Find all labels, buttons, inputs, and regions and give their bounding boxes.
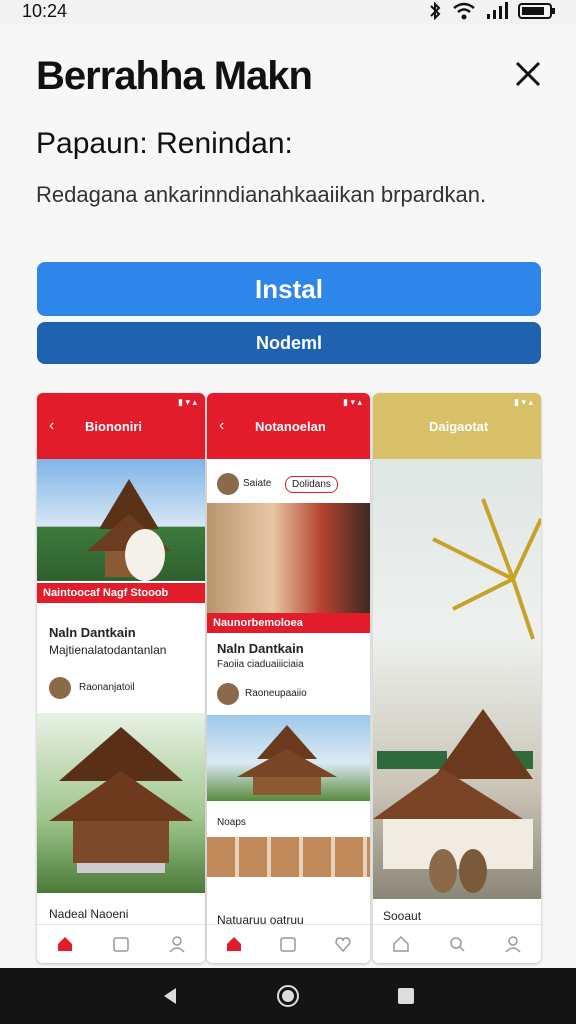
- install-button[interactable]: Instal: [37, 262, 541, 316]
- mini-status-icons: ▮ ▾ ▴: [343, 397, 362, 407]
- banner-label: Naintoocaf Nagf Stooob: [37, 583, 205, 603]
- status-icons: [428, 2, 556, 20]
- mini-status-icons: ▮ ▾ ▴: [178, 397, 197, 407]
- thumbnail-strip: [207, 837, 370, 877]
- article-sub: Majtienalatodantanlan: [49, 643, 167, 657]
- avatar: [217, 473, 239, 495]
- app-title: Biononiri: [85, 419, 143, 434]
- tab-label-1: Saiate: [243, 478, 272, 489]
- screenshot-1[interactable]: ▮ ▾ ▴ ‹ Biononiri Naintoocaf Nagf Stooob…: [37, 393, 205, 963]
- recents-nav-icon[interactable]: [396, 986, 416, 1006]
- palm-and-temple-illustration: [373, 498, 541, 893]
- temple-photo: [207, 715, 370, 801]
- calendar-icon: [113, 937, 129, 952]
- house-photo: [37, 713, 205, 893]
- app-bottom-nav: [37, 924, 205, 963]
- search-icon: [450, 937, 465, 952]
- author-name: Raonanjatoil: [79, 682, 135, 693]
- status-bar: 10:24: [0, 0, 576, 24]
- signal-icon: [487, 2, 508, 19]
- people-photo: [207, 503, 370, 613]
- avatar: [217, 683, 239, 705]
- secondary-button[interactable]: Nodeml: [37, 322, 541, 364]
- app-bottom-nav: [207, 924, 370, 963]
- banner-label: Naunorbemoloea: [207, 613, 370, 633]
- screenshot-3[interactable]: ▮ ▾ ▴ Daigaotat Sooaut: [373, 393, 541, 963]
- back-nav-icon[interactable]: [160, 986, 180, 1006]
- heart-icon: [335, 937, 351, 953]
- system-nav-bar: [0, 968, 576, 1024]
- back-icon: ‹: [49, 417, 55, 434]
- profile-icon: [169, 936, 185, 953]
- battery-icon: [518, 3, 555, 19]
- article-heading: Naln Dantkain: [217, 641, 304, 656]
- close-icon[interactable]: [508, 54, 548, 94]
- sheet-description: Redagana ankarinndianahkaaiikan brpardka…: [36, 182, 487, 207]
- profile-icon: [505, 936, 521, 953]
- app-title: Daigaotat: [429, 419, 489, 434]
- app-bottom-nav: [373, 924, 541, 963]
- status-time: 10:24: [22, 1, 68, 21]
- home-icon: [227, 937, 242, 951]
- footer-title: Nadeal Naoeni: [49, 907, 129, 921]
- back-icon: ‹: [219, 417, 225, 434]
- app-header: ▮ ▾ ▴ Daigaotat: [373, 393, 541, 459]
- sheet-title: Berrahha Makn: [36, 54, 313, 98]
- home-icon: [58, 937, 72, 951]
- home-icon: [393, 935, 409, 952]
- calendar-icon: [280, 937, 297, 952]
- screenshot-2[interactable]: ▮ ▾ ▴ ‹ Notanoelan Saiate Dolidans Nauno…: [207, 393, 370, 963]
- sheet-subtitle: Papaun: Renindan:: [36, 127, 293, 160]
- temple-photo: [373, 459, 541, 899]
- app-title: Notanoelan: [255, 419, 326, 434]
- article-sub: Faoiia ciaduaiiiciaia: [217, 659, 304, 670]
- tab-label-2: Dolidans: [285, 476, 338, 493]
- house-illustration: [49, 727, 193, 873]
- temple-photo: [37, 459, 205, 581]
- app-header: ▮ ▾ ▴ ‹ Biononiri: [37, 393, 205, 459]
- author-name: Raoneupaaiio: [245, 688, 307, 699]
- section-label: Noaps: [217, 817, 246, 828]
- mini-status-icons: ▮ ▾ ▴: [514, 397, 533, 407]
- wifi-icon: [453, 2, 475, 20]
- pagoda-roof-illustration: [87, 479, 171, 581]
- article-heading: Naln Dantkain: [49, 625, 136, 640]
- footer-title: Sooaut: [383, 909, 422, 923]
- temple-illustration: [237, 725, 337, 795]
- app-header: ▮ ▾ ▴ ‹ Notanoelan: [207, 393, 370, 459]
- home-nav-icon[interactable]: [276, 984, 300, 1008]
- avatar: [49, 677, 71, 699]
- bluetooth-icon: [430, 2, 441, 20]
- screenshot-gallery[interactable]: ▮ ▾ ▴ ‹ Biononiri Naintoocaf Nagf Stooob…: [37, 393, 541, 963]
